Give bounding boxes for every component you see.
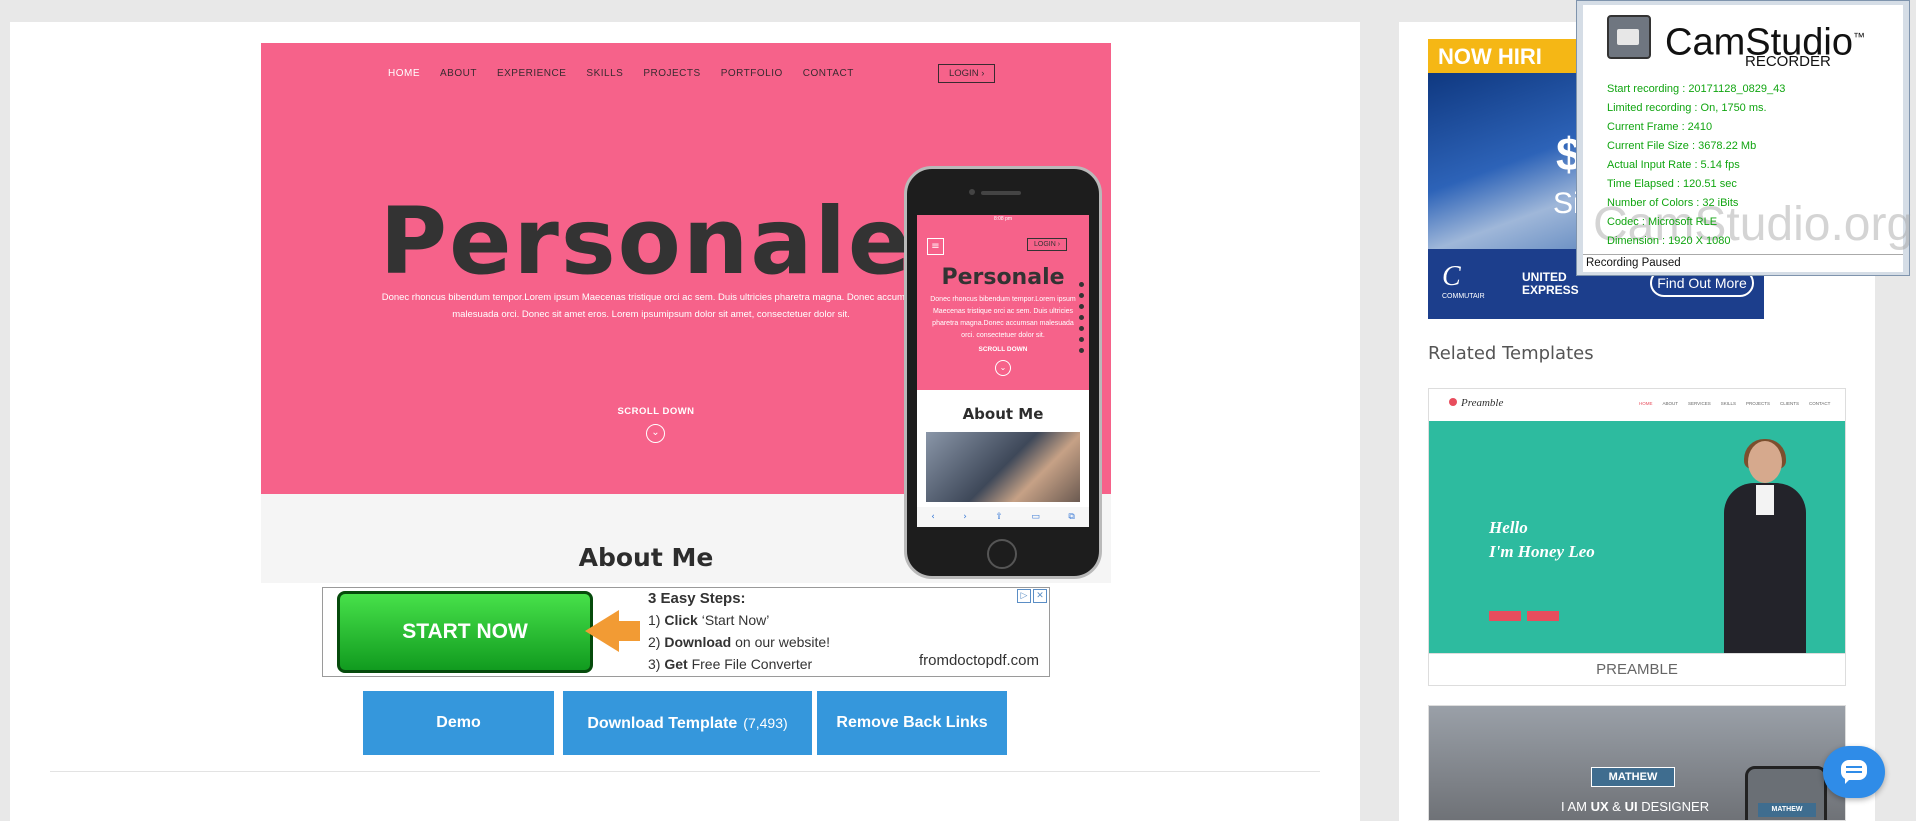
cam-input-rate: Actual Input Rate : 5.14 fps [1607, 159, 1740, 171]
cam-current-frame: Current Frame : 2410 [1607, 121, 1713, 133]
camstudio-status-bar: Recording Paused [1583, 254, 1903, 272]
preview-nav: HOME ABOUT EXPERIENCE SKILLS PROJECTS PO… [388, 68, 854, 79]
template-thumb-phone: MATHEW [1745, 766, 1827, 820]
ad-steps-title: 3 Easy Steps: [648, 590, 746, 607]
phone-status-bar: 8:08 pm [917, 215, 1089, 224]
template-thumb-subtitle: I AM UX & UI DESIGNER [1561, 799, 1710, 814]
phone-camera [969, 189, 975, 195]
ad-step-3: 3) Get Free File Converter [648, 656, 813, 672]
template-thumb-greeting: Hello I'm Honey Leo [1489, 518, 1595, 561]
tabs-icon: ⧉ [1068, 512, 1075, 522]
chevron-down-icon: ⌄ [646, 424, 665, 443]
cam-colors: Number of Colors : 32 iBits [1607, 197, 1739, 209]
united-express-logo: UNITED EXPRESS [1522, 270, 1579, 297]
start-now-button[interactable]: START NOW [337, 591, 593, 673]
preview-nav-about: ABOUT [440, 68, 477, 79]
cam-time-elapsed: Time Elapsed : 120.51 sec [1607, 178, 1737, 190]
preview-nav-home: HOME [388, 68, 420, 79]
phone-speaker [981, 191, 1021, 195]
template-preview: HOME ABOUT EXPERIENCE SKILLS PROJECTS PO… [261, 43, 1111, 583]
phone-about-heading: About Me [962, 405, 1044, 423]
related-template-card[interactable]: MATHEW I AM UX & UI DESIGNER MATHEW [1428, 705, 1846, 821]
preview-nav-contact: CONTACT [802, 68, 854, 79]
arrow-left-icon [585, 610, 619, 652]
template-thumb-nav: Preamble HOME ABOUT SERVICES SKILLS PROJ… [1429, 389, 1845, 421]
phone-login: LOGIN › [1027, 238, 1068, 251]
preview-nav-portfolio: PORTFOLIO [720, 68, 783, 79]
download-count: (7,493) [743, 715, 788, 731]
camstudio-panel: CamStudio™ RECORDER CamStudio.org Start … [1583, 5, 1913, 254]
preview-login: LOGIN › [938, 64, 996, 83]
phone-scroll-down: SCROLL DOWN [978, 346, 1028, 353]
phone-browser-toolbar: ‹ › ⇪ ▭ ⧉ [917, 507, 1089, 527]
cam-start-recording: Start recording : 20171128_0829_43 [1607, 83, 1786, 95]
remove-back-links-button[interactable]: Remove Back Links [817, 691, 1007, 755]
bookmarks-icon: ▭ [1031, 512, 1040, 522]
cam-codec: Codec : Microsoft RLE [1607, 216, 1718, 228]
chat-widget-button[interactable] [1823, 746, 1885, 798]
phone-about-photo [926, 432, 1080, 502]
template-thumb-menu: HOME ABOUT SERVICES SKILLS PROJECTS CLIE… [1639, 401, 1831, 406]
camstudio-window[interactable]: CamStudio™ RECORDER CamStudio.org Start … [1576, 0, 1913, 276]
ad-step-1: 1) Click ‘Start Now’ [648, 612, 770, 628]
forward-icon: › [963, 512, 967, 522]
camstudio-subtitle: RECORDER [1745, 53, 1831, 70]
phone-mockup: 8:08 pm ≡ LOGIN › Personale Donec rhoncu… [904, 166, 1102, 579]
phone-hero: ≡ LOGIN › Personale Donec rhoncus bibend… [917, 224, 1089, 390]
back-icon: ‹ [931, 512, 935, 522]
demo-button[interactable]: Demo [363, 691, 554, 755]
ad-site-url: fromdoctopdf.com [918, 652, 1039, 669]
related-template-card[interactable]: Preamble HOME ABOUT SERVICES SKILLS PROJ… [1428, 388, 1846, 686]
download-template-button[interactable]: Download Template (7,493) [563, 691, 812, 755]
start-now-ad[interactable]: START NOW 3 Easy Steps: 1) Click ‘Start … [322, 587, 1050, 677]
content-divider [50, 771, 1320, 772]
preview-nav-experience: EXPERIENCE [496, 68, 567, 79]
share-icon: ⇪ [995, 512, 1003, 522]
template-thumb-badge: MATHEW [1591, 767, 1675, 787]
camstudio-logo-icon [1607, 15, 1651, 59]
phone-description: Donec rhoncus bibendum tempor.Lorem ipsu… [930, 296, 1076, 339]
template-name[interactable]: PREAMBLE [1429, 653, 1845, 685]
cam-limited-recording: Limited recording : On, 1750 ms. [1607, 102, 1767, 114]
phone-title: Personale [941, 265, 1065, 290]
ad-controls: ▷ ✕ [1017, 589, 1047, 603]
close-icon[interactable]: ✕ [1033, 589, 1047, 603]
cam-file-size: Current File Size : 3678.22 Mb [1607, 140, 1757, 152]
ad-choices-icon[interactable]: ▷ [1017, 589, 1031, 603]
preview-scroll-down: SCROLL DOWN [617, 406, 695, 417]
commutair-logo: C COMMUTAIR [1442, 261, 1485, 300]
phone-home-button [987, 539, 1017, 569]
template-thumb-buttons [1489, 611, 1559, 621]
hamburger-icon: ≡ [927, 238, 944, 255]
preview-description: Donec rhoncus bibendum tempor.Lorem ipsu… [381, 292, 921, 320]
related-templates-title: Related Templates [1428, 343, 1594, 364]
chat-icon [1841, 760, 1867, 784]
cam-dimension: Dimension : 1920 X 1080 [1607, 235, 1731, 247]
phone-page-dots [1079, 282, 1084, 353]
arrow-tail [616, 621, 640, 641]
preview-nav-skills: SKILLS [586, 68, 624, 79]
template-thumb-hero: Hello I'm Honey Leo [1429, 421, 1845, 653]
template-thumb-logo: Preamble [1449, 397, 1503, 409]
phone-screen: 8:08 pm ≡ LOGIN › Personale Donec rhoncu… [917, 215, 1089, 527]
template-thumb-person [1714, 439, 1814, 653]
preview-nav-projects: PROJECTS [643, 68, 701, 79]
chevron-down-icon: ⌄ [995, 360, 1011, 376]
ad-step-2: 2) Download on our website! [648, 634, 831, 650]
